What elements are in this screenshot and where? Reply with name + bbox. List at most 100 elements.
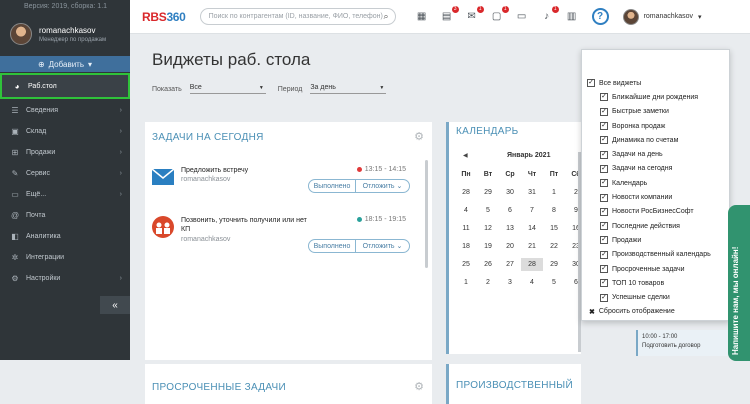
search-input[interactable]: Поиск по контрагентам (ID, название, ФИО… xyxy=(199,8,396,25)
comments-icon[interactable]: ▭ xyxy=(516,11,528,22)
widget-checkbox[interactable]: ✓ Последние действия xyxy=(587,219,711,233)
calendar-day[interactable]: 31 xyxy=(521,186,543,199)
calendar-day[interactable]: 2 xyxy=(477,276,499,289)
calendar-day[interactable]: 14 xyxy=(521,222,543,235)
calendar-day[interactable]: 4 xyxy=(455,204,477,217)
add-button[interactable]: ⊕ Добавить ▾ xyxy=(0,56,130,72)
gear-icon[interactable]: ⚙ xyxy=(414,130,424,143)
calendar-day[interactable]: 3 xyxy=(499,276,521,289)
calendar-day[interactable]: 19 xyxy=(477,240,499,253)
widget-checkbox[interactable]: ✓ Воронка продаж xyxy=(587,119,711,133)
all-widgets-checkbox[interactable]: ✓ Все виджеты xyxy=(587,76,711,90)
sidebar-item-mail[interactable]: @ Почта xyxy=(0,205,130,226)
task-author: romanachkasov xyxy=(181,176,231,183)
widget-checkbox[interactable]: ✓ Просроченные задачи xyxy=(587,262,711,276)
calendar-day[interactable]: 25 xyxy=(455,258,477,271)
calendar-day[interactable]: 8 xyxy=(543,204,565,217)
postpone-button[interactable]: Отложить ⌄ xyxy=(355,239,410,253)
status-dot xyxy=(356,167,362,172)
calendar-event[interactable]: 10:00 - 17:00 Подготовить договор xyxy=(636,330,728,356)
calendar-day[interactable]: 5 xyxy=(543,276,565,289)
calendar-day[interactable]: 28 xyxy=(455,186,477,199)
calendar-day[interactable]: 26 xyxy=(477,258,499,271)
sidebar-item-warehouse[interactable]: ▣ Склад › xyxy=(0,121,130,142)
done-button[interactable]: Выполнено xyxy=(308,179,356,193)
online-chat-tab[interactable]: Напишите нам, мы онлайн! xyxy=(728,205,750,361)
calendar-day[interactable]: 29 xyxy=(543,258,565,271)
done-button[interactable]: Выполнено xyxy=(308,239,356,253)
logo[interactable]: RBS360 xyxy=(142,10,186,24)
calendar-day[interactable]: 22 xyxy=(543,240,565,253)
widget-checkbox[interactable]: ✓ ТОП 10 товаров xyxy=(587,276,711,290)
calendar-day[interactable]: 7 xyxy=(521,204,543,217)
add-button-label: Добавить xyxy=(48,59,85,69)
widget-checkbox[interactable]: ✓ Быстрые заметки xyxy=(587,105,711,119)
task-title[interactable]: Позвонить, уточнить получили или нет КП xyxy=(181,216,311,234)
task-item[interactable]: Предложить встречу romanachkasov 13:15 -… xyxy=(152,162,420,204)
widget-checkbox[interactable]: ✓ Динамика по счетам xyxy=(587,133,711,147)
period-select[interactable]: За день ▼ xyxy=(310,84,387,94)
top-user-menu[interactable]: romanachkasov ▾ xyxy=(622,8,702,25)
prev-month-icon[interactable]: ◀ xyxy=(463,152,468,159)
chat-icon[interactable]: ▢ 1 xyxy=(491,6,509,22)
widget-checkbox[interactable]: ✓ Задачи на день xyxy=(587,147,711,161)
checkbox-label: ТОП 10 товаров xyxy=(612,279,665,287)
help-icon[interactable]: ? xyxy=(591,8,609,25)
gear-icon[interactable]: ⚙ xyxy=(414,380,424,393)
widget-checkbox[interactable]: ✓ Новости компании xyxy=(587,190,711,204)
calendar-day[interactable]: 13 xyxy=(499,222,521,235)
calendar-icon[interactable]: ▦ xyxy=(416,11,428,22)
sidebar-item-more[interactable]: ▭ Ещё... › xyxy=(0,184,130,205)
sidebar-item-service[interactable]: ✎ Сервис › xyxy=(0,163,130,184)
sidebar-item-analytics[interactable]: ◧ Аналитика xyxy=(0,226,130,247)
sidebar-item-settings[interactable]: ⚙ Настройки › xyxy=(0,268,130,289)
widget-checkbox[interactable]: ✓ Производственный календарь xyxy=(587,248,711,262)
widget-checkbox[interactable]: ✓ Ближайшие дни рождения xyxy=(587,90,711,104)
postpone-button[interactable]: Отложить ⌄ xyxy=(355,179,410,193)
sidebar-item-integrations[interactable]: ✲ Интеграции xyxy=(0,247,130,268)
task-item[interactable]: Позвонить, уточнить получили или нет КП … xyxy=(152,212,420,254)
widget-checkbox[interactable]: ✓ Календарь xyxy=(587,176,711,190)
widget-checkbox[interactable]: ✓ Продажи xyxy=(587,233,711,247)
calendar-day[interactable]: 1 xyxy=(543,186,565,199)
calendar-day[interactable]: 29 xyxy=(477,186,499,199)
widget-checkbox[interactable]: ✓ Задачи на сегодня xyxy=(587,162,711,176)
avatar[interactable] xyxy=(10,23,32,45)
sidebar-item-label: Аналитика xyxy=(26,233,61,240)
calendar-day[interactable]: 18 xyxy=(455,240,477,253)
sidebar-item-info[interactable]: ☰ Сведения › xyxy=(0,100,130,121)
calendar-day[interactable]: 4 xyxy=(521,276,543,289)
event-title: Подготовить договор xyxy=(642,343,701,349)
calendar-day[interactable]: 15 xyxy=(543,222,565,235)
reset-display-button[interactable]: ✖ Сбросить отображение xyxy=(587,305,711,319)
task-title[interactable]: Предложить встречу xyxy=(181,166,311,175)
mail-badge: 1 xyxy=(476,6,484,13)
bell-icon[interactable]: ♪ 1 xyxy=(541,6,559,22)
tasks-icon[interactable]: ▤ 3 xyxy=(441,6,459,22)
inbox-icon[interactable]: ▥ xyxy=(566,11,578,22)
calendar-day[interactable]: 28 xyxy=(521,258,543,271)
collapse-sidebar-button[interactable]: « xyxy=(100,296,130,314)
sidebar-item-label: Сведения xyxy=(26,107,58,114)
widget-checkbox[interactable]: ✓ Успешные сделки xyxy=(587,290,711,304)
checkbox-icon: ✓ xyxy=(600,164,608,173)
calendar-day[interactable]: 5 xyxy=(477,204,499,217)
mail-icon[interactable]: ✉ 1 xyxy=(466,6,484,22)
calendar-day[interactable]: 30 xyxy=(499,186,521,199)
calendar-day[interactable]: 12 xyxy=(477,222,499,235)
box-icon: ▣ xyxy=(11,127,19,136)
calendar-day[interactable]: 20 xyxy=(499,240,521,253)
calendar-day[interactable]: 1 xyxy=(455,276,477,289)
sidebar-item-sales[interactable]: ⊞ Продажи › xyxy=(0,142,130,163)
sidebar-user[interactable]: romanachkasov Менеджер по продажам xyxy=(0,14,130,54)
calendar-day[interactable]: 21 xyxy=(521,240,543,253)
scrollbar[interactable] xyxy=(425,160,428,268)
search-icon[interactable]: ⌕ xyxy=(384,11,389,22)
calendar-day[interactable]: 27 xyxy=(499,258,521,271)
calendar-day[interactable]: 6 xyxy=(499,204,521,217)
sidebar-item-desktop[interactable]: ◕ Раб.стол xyxy=(0,73,130,99)
avatar[interactable] xyxy=(622,8,639,25)
show-select[interactable]: Все ▼ xyxy=(189,84,266,94)
calendar-day[interactable]: 11 xyxy=(455,222,477,235)
widget-checkbox[interactable]: ✓ Новости РосБизнесСофт xyxy=(587,205,711,219)
